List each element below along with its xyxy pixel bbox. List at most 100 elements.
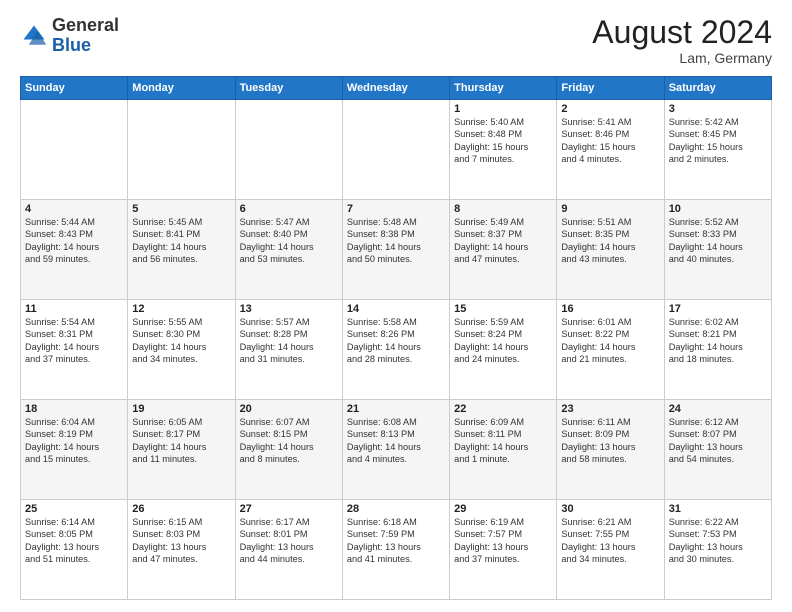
calendar-cell (342, 100, 449, 200)
calendar-cell: 31Sunrise: 6:22 AM Sunset: 7:53 PM Dayli… (664, 500, 771, 600)
day-info: Sunrise: 5:49 AM Sunset: 8:37 PM Dayligh… (454, 216, 552, 266)
day-info: Sunrise: 6:02 AM Sunset: 8:21 PM Dayligh… (669, 316, 767, 366)
calendar-cell: 12Sunrise: 5:55 AM Sunset: 8:30 PM Dayli… (128, 300, 235, 400)
day-number: 14 (347, 303, 445, 315)
calendar-cell: 14Sunrise: 5:58 AM Sunset: 8:26 PM Dayli… (342, 300, 449, 400)
day-info: Sunrise: 5:54 AM Sunset: 8:31 PM Dayligh… (25, 316, 123, 366)
day-info: Sunrise: 6:01 AM Sunset: 8:22 PM Dayligh… (561, 316, 659, 366)
weekday-friday: Friday (557, 77, 664, 100)
day-info: Sunrise: 6:11 AM Sunset: 8:09 PM Dayligh… (561, 416, 659, 466)
calendar-cell: 5Sunrise: 5:45 AM Sunset: 8:41 PM Daylig… (128, 200, 235, 300)
calendar-cell: 8Sunrise: 5:49 AM Sunset: 8:37 PM Daylig… (450, 200, 557, 300)
page: General Blue August 2024 Lam, Germany Su… (0, 0, 792, 612)
day-info: Sunrise: 5:51 AM Sunset: 8:35 PM Dayligh… (561, 216, 659, 266)
calendar-cell: 9Sunrise: 5:51 AM Sunset: 8:35 PM Daylig… (557, 200, 664, 300)
location: Lam, Germany (592, 50, 772, 66)
day-number: 28 (347, 503, 445, 515)
calendar-cell: 26Sunrise: 6:15 AM Sunset: 8:03 PM Dayli… (128, 500, 235, 600)
month-year: August 2024 (592, 16, 772, 48)
logo-general-text: General (52, 15, 119, 35)
calendar-cell: 21Sunrise: 6:08 AM Sunset: 8:13 PM Dayli… (342, 400, 449, 500)
week-row-1: 4Sunrise: 5:44 AM Sunset: 8:43 PM Daylig… (21, 200, 772, 300)
day-number: 27 (240, 503, 338, 515)
day-info: Sunrise: 5:52 AM Sunset: 8:33 PM Dayligh… (669, 216, 767, 266)
day-number: 21 (347, 403, 445, 415)
day-info: Sunrise: 5:42 AM Sunset: 8:45 PM Dayligh… (669, 116, 767, 166)
calendar-cell: 4Sunrise: 5:44 AM Sunset: 8:43 PM Daylig… (21, 200, 128, 300)
day-info: Sunrise: 6:15 AM Sunset: 8:03 PM Dayligh… (132, 516, 230, 566)
logo-icon (20, 22, 48, 50)
weekday-header-row: SundayMondayTuesdayWednesdayThursdayFrid… (21, 77, 772, 100)
day-number: 3 (669, 103, 767, 115)
day-info: Sunrise: 5:47 AM Sunset: 8:40 PM Dayligh… (240, 216, 338, 266)
day-number: 19 (132, 403, 230, 415)
day-number: 10 (669, 203, 767, 215)
calendar-cell: 25Sunrise: 6:14 AM Sunset: 8:05 PM Dayli… (21, 500, 128, 600)
day-info: Sunrise: 5:59 AM Sunset: 8:24 PM Dayligh… (454, 316, 552, 366)
day-info: Sunrise: 6:04 AM Sunset: 8:19 PM Dayligh… (25, 416, 123, 466)
day-info: Sunrise: 5:44 AM Sunset: 8:43 PM Dayligh… (25, 216, 123, 266)
day-info: Sunrise: 6:09 AM Sunset: 8:11 PM Dayligh… (454, 416, 552, 466)
day-number: 30 (561, 503, 659, 515)
day-info: Sunrise: 6:07 AM Sunset: 8:15 PM Dayligh… (240, 416, 338, 466)
day-number: 2 (561, 103, 659, 115)
calendar-cell: 2Sunrise: 5:41 AM Sunset: 8:46 PM Daylig… (557, 100, 664, 200)
calendar-cell: 20Sunrise: 6:07 AM Sunset: 8:15 PM Dayli… (235, 400, 342, 500)
day-number: 7 (347, 203, 445, 215)
day-number: 13 (240, 303, 338, 315)
day-number: 1 (454, 103, 552, 115)
day-info: Sunrise: 5:48 AM Sunset: 8:38 PM Dayligh… (347, 216, 445, 266)
calendar-cell: 19Sunrise: 6:05 AM Sunset: 8:17 PM Dayli… (128, 400, 235, 500)
day-info: Sunrise: 6:21 AM Sunset: 7:55 PM Dayligh… (561, 516, 659, 566)
day-info: Sunrise: 6:18 AM Sunset: 7:59 PM Dayligh… (347, 516, 445, 566)
day-number: 22 (454, 403, 552, 415)
week-row-0: 1Sunrise: 5:40 AM Sunset: 8:48 PM Daylig… (21, 100, 772, 200)
logo: General Blue (20, 16, 119, 56)
day-info: Sunrise: 5:58 AM Sunset: 8:26 PM Dayligh… (347, 316, 445, 366)
day-info: Sunrise: 5:55 AM Sunset: 8:30 PM Dayligh… (132, 316, 230, 366)
day-info: Sunrise: 6:17 AM Sunset: 8:01 PM Dayligh… (240, 516, 338, 566)
day-number: 6 (240, 203, 338, 215)
calendar-cell (235, 100, 342, 200)
calendar-cell: 15Sunrise: 5:59 AM Sunset: 8:24 PM Dayli… (450, 300, 557, 400)
day-number: 24 (669, 403, 767, 415)
day-info: Sunrise: 6:14 AM Sunset: 8:05 PM Dayligh… (25, 516, 123, 566)
day-number: 4 (25, 203, 123, 215)
day-number: 8 (454, 203, 552, 215)
header: General Blue August 2024 Lam, Germany (20, 16, 772, 66)
day-number: 5 (132, 203, 230, 215)
calendar-cell: 10Sunrise: 5:52 AM Sunset: 8:33 PM Dayli… (664, 200, 771, 300)
day-number: 15 (454, 303, 552, 315)
day-info: Sunrise: 6:12 AM Sunset: 8:07 PM Dayligh… (669, 416, 767, 466)
calendar-cell: 30Sunrise: 6:21 AM Sunset: 7:55 PM Dayli… (557, 500, 664, 600)
calendar-cell: 27Sunrise: 6:17 AM Sunset: 8:01 PM Dayli… (235, 500, 342, 600)
calendar-cell: 24Sunrise: 6:12 AM Sunset: 8:07 PM Dayli… (664, 400, 771, 500)
calendar-cell (21, 100, 128, 200)
day-info: Sunrise: 5:45 AM Sunset: 8:41 PM Dayligh… (132, 216, 230, 266)
calendar-cell: 29Sunrise: 6:19 AM Sunset: 7:57 PM Dayli… (450, 500, 557, 600)
calendar-cell: 28Sunrise: 6:18 AM Sunset: 7:59 PM Dayli… (342, 500, 449, 600)
weekday-sunday: Sunday (21, 77, 128, 100)
day-number: 20 (240, 403, 338, 415)
day-info: Sunrise: 5:40 AM Sunset: 8:48 PM Dayligh… (454, 116, 552, 166)
day-info: Sunrise: 5:41 AM Sunset: 8:46 PM Dayligh… (561, 116, 659, 166)
week-row-4: 25Sunrise: 6:14 AM Sunset: 8:05 PM Dayli… (21, 500, 772, 600)
calendar-cell: 22Sunrise: 6:09 AM Sunset: 8:11 PM Dayli… (450, 400, 557, 500)
calendar-cell: 6Sunrise: 5:47 AM Sunset: 8:40 PM Daylig… (235, 200, 342, 300)
day-info: Sunrise: 6:05 AM Sunset: 8:17 PM Dayligh… (132, 416, 230, 466)
weekday-saturday: Saturday (664, 77, 771, 100)
day-info: Sunrise: 6:22 AM Sunset: 7:53 PM Dayligh… (669, 516, 767, 566)
calendar: SundayMondayTuesdayWednesdayThursdayFrid… (20, 76, 772, 600)
day-info: Sunrise: 6:19 AM Sunset: 7:57 PM Dayligh… (454, 516, 552, 566)
weekday-tuesday: Tuesday (235, 77, 342, 100)
week-row-3: 18Sunrise: 6:04 AM Sunset: 8:19 PM Dayli… (21, 400, 772, 500)
day-number: 26 (132, 503, 230, 515)
day-number: 11 (25, 303, 123, 315)
day-info: Sunrise: 6:08 AM Sunset: 8:13 PM Dayligh… (347, 416, 445, 466)
calendar-cell: 13Sunrise: 5:57 AM Sunset: 8:28 PM Dayli… (235, 300, 342, 400)
title-block: August 2024 Lam, Germany (592, 16, 772, 66)
calendar-cell: 11Sunrise: 5:54 AM Sunset: 8:31 PM Dayli… (21, 300, 128, 400)
day-number: 9 (561, 203, 659, 215)
calendar-cell (128, 100, 235, 200)
day-number: 31 (669, 503, 767, 515)
